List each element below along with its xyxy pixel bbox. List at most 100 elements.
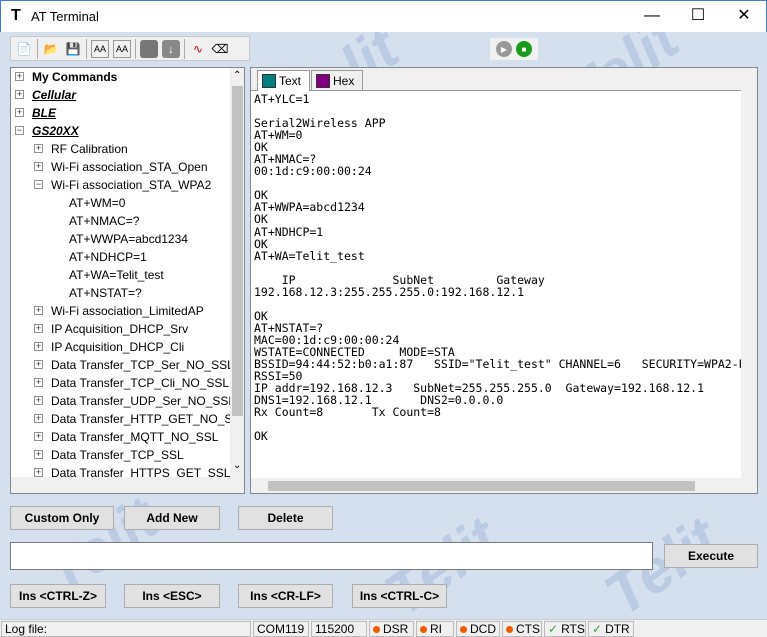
tree-item[interactable]: + Data Transfer_HTTP_GET_NO_SSL <box>15 410 244 428</box>
separator <box>37 38 38 59</box>
expand-icon[interactable]: + <box>34 468 43 477</box>
analyzer-icon[interactable]: ∿ <box>189 40 207 58</box>
tree-item[interactable]: + My Commands <box>15 68 229 86</box>
signal-dcd: DCD <box>456 621 500 637</box>
tree-item-label: Wi-Fi association_STA_Open <box>51 160 208 174</box>
tree-item[interactable]: AT+WM=0 <box>15 194 229 212</box>
tab-text[interactable]: Text <box>257 70 311 91</box>
expand-icon[interactable]: + <box>15 108 24 117</box>
connect-icon[interactable] <box>140 39 158 58</box>
tree-item[interactable]: AT+NSTAT=? <box>15 284 229 302</box>
delete-button[interactable]: Delete <box>238 506 333 530</box>
play-icon[interactable]: ▶ <box>496 41 512 57</box>
tree-item[interactable]: + Data Transfer_TCP_Cli_NO_SSL <box>15 374 229 392</box>
ins-cr-lf-button[interactable]: Ins <CR-LF> <box>238 584 333 608</box>
signal-dsr: DSR <box>369 621 414 637</box>
signal-cts: CTS <box>502 621 542 637</box>
expand-icon[interactable]: + <box>34 432 43 441</box>
toolbar: 📄 📂 💾 AA AA ↓ ∿ ⌫ <box>10 36 250 61</box>
separator <box>86 38 87 59</box>
tree-item[interactable]: + BLE <box>15 104 229 122</box>
signal-rts: ✓ RTS <box>544 621 586 637</box>
font-decrease-icon[interactable]: AA <box>113 39 131 58</box>
command-input[interactable] <box>10 542 653 570</box>
expand-icon[interactable]: + <box>15 72 24 81</box>
tab-hex[interactable]: Hex <box>311 70 364 91</box>
custom-only-button[interactable]: Custom Only <box>10 506 114 530</box>
check-icon: ✓ <box>548 622 559 636</box>
terminal-panel: Text Hex AT+YLC=1 Serial2Wireless APP AT… <box>250 67 758 494</box>
stop-icon[interactable]: ■ <box>516 41 532 57</box>
tree-item[interactable]: + Data Transfer_TCP_Ser_NO_SSL <box>15 356 234 374</box>
terminal-output[interactable]: AT+YLC=1 Serial2Wireless APP AT+WM=0 OK … <box>251 90 741 478</box>
signal-ri: RI <box>416 621 454 637</box>
terminal-vertical-scrollbar[interactable] <box>741 90 757 478</box>
tree-item[interactable]: + Data Transfer_UDP_Ser_NO_SSL <box>15 392 235 410</box>
ins-ctrl-c-button[interactable]: Ins <CTRL-C> <box>352 584 447 608</box>
tree-item-label: AT+NMAC=? <box>69 214 140 228</box>
minimize-button[interactable]: — <box>629 1 675 33</box>
tree-item[interactable]: − GS20XX <box>15 122 229 140</box>
tree-item-label: RF Calibration <box>51 142 128 156</box>
led-off-icon <box>460 626 467 633</box>
tree-item[interactable]: − Wi-Fi association_STA_WPA2 <box>15 176 229 194</box>
tree-item-label: Data Transfer_TCP_Cli_NO_SSL <box>51 376 230 390</box>
download-icon[interactable]: ↓ <box>162 39 180 58</box>
expand-icon[interactable]: + <box>34 450 43 459</box>
expand-icon[interactable]: + <box>34 360 43 369</box>
tree-item[interactable]: + Wi-Fi association_STA_Open <box>15 158 229 176</box>
ins-ctrl-z-button[interactable]: Ins <CTRL-Z> <box>10 584 106 608</box>
terminal-scroll-thumb[interactable] <box>268 481 695 491</box>
expand-icon[interactable]: + <box>34 378 43 387</box>
save-icon[interactable]: 💾 <box>64 40 82 58</box>
expand-icon[interactable]: + <box>34 396 43 405</box>
tree-item-label: Wi-Fi association_LimitedAP <box>51 304 204 318</box>
tree-item[interactable]: + Data Transfer_MQTT_NO_SSL <box>15 428 229 446</box>
tree-item[interactable]: AT+WA=Telit_test <box>15 266 229 284</box>
expand-icon[interactable]: + <box>34 342 43 351</box>
tree-item[interactable]: AT+WWPA=abcd1234 <box>15 230 229 248</box>
tree-item-label: Wi-Fi association_STA_WPA2 <box>51 178 212 192</box>
tree-item[interactable]: + Cellular <box>15 86 229 104</box>
tree-item[interactable]: + Wi-Fi association_LimitedAP <box>15 302 229 320</box>
ins-esc-button[interactable]: Ins <ESC> <box>124 584 220 608</box>
font-increase-icon[interactable]: AA <box>91 39 109 58</box>
expand-icon[interactable]: + <box>34 414 43 423</box>
collapse-icon[interactable]: − <box>15 126 24 135</box>
tree-horizontal-scrollbar[interactable] <box>11 477 244 493</box>
tree-item-label: Data Transfer_UDP_Ser_NO_SSL <box>51 394 236 408</box>
expand-icon[interactable]: + <box>34 306 43 315</box>
expand-icon[interactable]: + <box>15 90 24 99</box>
scroll-up-icon[interactable]: ⌃ <box>233 70 241 81</box>
eraser-icon[interactable]: ⌫ <box>211 40 229 58</box>
expand-icon[interactable]: + <box>34 162 43 171</box>
led-off-icon <box>420 626 427 633</box>
tree-item-label: BLE <box>32 106 56 120</box>
maximize-button[interactable]: ☐ <box>675 1 721 33</box>
new-file-icon[interactable]: 📄 <box>15 40 33 58</box>
port-label: COM119 <box>253 621 309 637</box>
tree-item[interactable]: + IP Acquisition_DHCP_Cli <box>15 338 229 356</box>
window-title: AT Terminal <box>31 9 99 24</box>
collapse-icon[interactable]: − <box>34 180 43 189</box>
tree-item[interactable]: + IP Acquisition_DHCP_Srv <box>15 320 229 338</box>
open-folder-icon[interactable]: 📂 <box>42 40 60 58</box>
tree-item-label: AT+NDHCP=1 <box>69 250 147 264</box>
expand-icon[interactable]: + <box>34 324 43 333</box>
execute-button[interactable]: Execute <box>664 544 758 568</box>
signal-label: RI <box>430 622 442 636</box>
tree-scroll-thumb[interactable] <box>232 86 243 416</box>
add-new-button[interactable]: Add New <box>124 506 220 530</box>
tree-item[interactable]: + RF Calibration <box>15 140 229 158</box>
scroll-down-icon[interactable]: ⌄ <box>233 460 241 471</box>
tree-item[interactable]: AT+NDHCP=1 <box>15 248 229 266</box>
tree-item[interactable]: AT+NMAC=? <box>15 212 229 230</box>
close-button[interactable]: ✕ <box>721 1 767 33</box>
expand-icon[interactable]: + <box>34 144 43 153</box>
tree-item-label: Cellular <box>32 88 77 102</box>
tree-item-label: AT+WM=0 <box>69 196 126 210</box>
check-icon: ✓ <box>592 622 603 636</box>
tree-item-label: Data Transfer_HTTP_GET_NO_SSL <box>51 412 245 426</box>
tree-item-label: Data Transfer_MQTT_NO_SSL <box>51 430 219 444</box>
tree-item[interactable]: + Data Transfer_TCP_SSL <box>15 446 229 464</box>
